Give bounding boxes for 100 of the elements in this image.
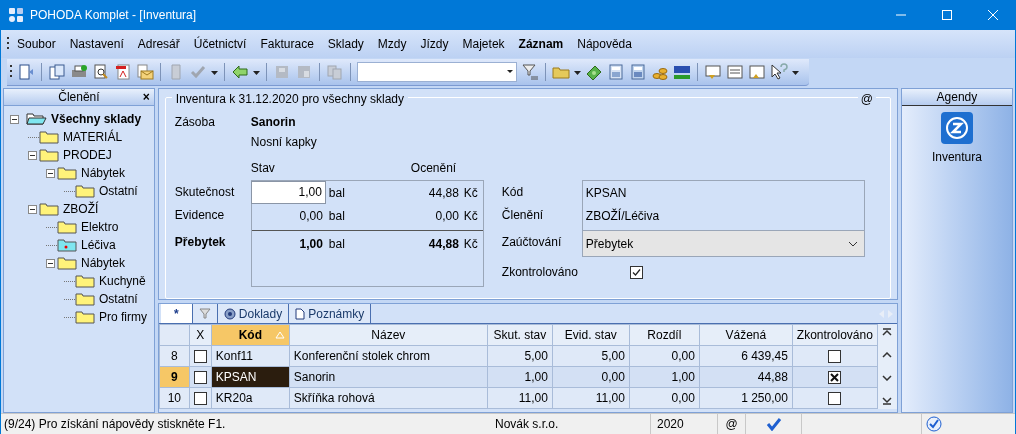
folder-icon bbox=[75, 184, 95, 198]
menu-item[interactable]: Nápověda bbox=[570, 35, 639, 53]
tree-item[interactable]: Kuchyně bbox=[98, 272, 147, 290]
grip-icon bbox=[10, 63, 13, 80]
table-cell: 11,00 bbox=[487, 387, 553, 409]
menu-item[interactable]: Jízdy bbox=[413, 35, 456, 53]
tree-item[interactable]: Pro firmy bbox=[98, 308, 148, 326]
help-pointer-icon[interactable] bbox=[770, 62, 788, 81]
checkbox[interactable] bbox=[828, 370, 842, 384]
field-label: Skutečnost bbox=[174, 183, 236, 201]
panel-title: Agendy bbox=[936, 89, 978, 106]
table-cell: Sanorin bbox=[289, 366, 488, 388]
collapse-icon[interactable] bbox=[10, 114, 19, 124]
menu-item[interactable]: Sklady bbox=[320, 35, 371, 53]
tab[interactable]: Poznámky bbox=[289, 304, 372, 323]
table-cell: 6 439,45 bbox=[699, 345, 793, 367]
menu-item[interactable]: Fakturace bbox=[253, 35, 321, 53]
agenda-label[interactable]: Inventura bbox=[931, 148, 982, 166]
column-header[interactable]: Evid. stav bbox=[552, 324, 630, 346]
checkbox[interactable] bbox=[828, 349, 842, 363]
envelope-icon[interactable] bbox=[136, 62, 154, 81]
table-cell: KR20a bbox=[211, 387, 290, 409]
tab[interactable]: Doklady bbox=[217, 304, 290, 323]
close-button[interactable]: × bbox=[142, 89, 150, 105]
list-down-icon[interactable] bbox=[704, 62, 722, 81]
quantity-value: 0,00 bbox=[298, 207, 324, 225]
tab[interactable] bbox=[192, 304, 218, 323]
table-cell: 0,00 bbox=[629, 345, 700, 367]
folder-icon bbox=[39, 130, 59, 144]
column-header: Ocenění bbox=[410, 160, 457, 177]
stock-description: Nosní kapky bbox=[250, 134, 317, 151]
folder-icon bbox=[75, 310, 95, 324]
menu-item[interactable]: Nastavení bbox=[62, 35, 131, 53]
tree-item[interactable]: MATERIÁL bbox=[62, 128, 124, 146]
checkbox[interactable] bbox=[629, 265, 643, 279]
table-cell: 5,00 bbox=[552, 345, 630, 367]
unit-label: bal bbox=[328, 235, 346, 253]
posting-dropdown[interactable]: Přebytek bbox=[582, 230, 864, 256]
chevron-down-icon bbox=[847, 240, 858, 247]
scroll-top-icon bbox=[882, 328, 893, 336]
table-cell: Konf11 bbox=[211, 345, 290, 367]
column-header[interactable]: Kód bbox=[211, 324, 290, 346]
collapse-icon[interactable] bbox=[28, 150, 37, 160]
door-exit-icon[interactable] bbox=[17, 62, 35, 81]
menu-item[interactable]: Soubor bbox=[10, 35, 63, 53]
posting-value: Přebytek bbox=[585, 235, 635, 253]
dropdown-arrow-icon bbox=[507, 70, 513, 73]
column-header[interactable]: Rozdíl bbox=[629, 324, 700, 346]
table-cell: 11,00 bbox=[552, 387, 630, 409]
at-sign-label: @ bbox=[718, 414, 746, 434]
folder-icon bbox=[57, 256, 77, 270]
field-label: Evidence bbox=[174, 206, 226, 224]
tree-item[interactable]: PRODEJ bbox=[62, 146, 113, 164]
calculator-icon[interactable] bbox=[629, 62, 647, 81]
field-label: Zásoba bbox=[174, 114, 216, 131]
scroll-up-icon bbox=[882, 352, 893, 359]
column-header[interactable]: X bbox=[189, 324, 212, 346]
agenda-icon[interactable] bbox=[940, 112, 973, 144]
menu-item[interactable]: Účetnictví bbox=[186, 35, 254, 53]
unit-label: bal bbox=[328, 184, 346, 202]
row-checkbox[interactable] bbox=[193, 370, 207, 384]
search-combo-field[interactable] bbox=[357, 61, 517, 82]
pdf-icon[interactable] bbox=[114, 62, 132, 81]
folder-icon bbox=[39, 148, 59, 162]
menu-item[interactable]: Majetek bbox=[455, 35, 512, 53]
documents-icon[interactable] bbox=[48, 62, 66, 81]
tree-item[interactable]: ZBOŽÍ bbox=[62, 200, 100, 218]
column-header[interactable]: Zkontrolováno bbox=[792, 324, 878, 346]
list-icon[interactable] bbox=[726, 62, 744, 81]
field-label: Kód bbox=[501, 183, 525, 201]
column-header[interactable]: Název bbox=[289, 324, 488, 346]
checkbox[interactable] bbox=[828, 391, 842, 405]
checkmark-icon bbox=[765, 417, 782, 431]
row-checkbox[interactable] bbox=[193, 349, 207, 363]
quantity-input[interactable]: 1,00 bbox=[250, 180, 326, 204]
field-label: Zkontrolováno bbox=[501, 264, 579, 281]
calculator-icon[interactable] bbox=[607, 62, 625, 81]
valuation-value: 0,00 bbox=[434, 207, 459, 225]
tree-item[interactable]: Elektro bbox=[80, 218, 120, 236]
row-checkbox[interactable] bbox=[193, 391, 207, 405]
menu-item[interactable]: Mzdy bbox=[370, 35, 414, 53]
valuation-value: 44,88 bbox=[427, 235, 459, 253]
collapse-icon[interactable] bbox=[46, 258, 55, 268]
collapse-icon[interactable] bbox=[28, 204, 37, 214]
tree-item[interactable]: Ostatní bbox=[98, 182, 139, 200]
quantity-value: 1,00 bbox=[298, 235, 324, 253]
tree-item[interactable]: Všechny sklady bbox=[50, 110, 143, 128]
menu-item[interactable]: Záznam bbox=[511, 35, 571, 53]
tree-item[interactable]: Léčiva bbox=[80, 236, 117, 254]
tree-item[interactable]: Nábytek bbox=[80, 254, 127, 272]
company-name: Novák s.r.o. bbox=[431, 414, 651, 434]
menu-item[interactable]: Adresář bbox=[130, 35, 187, 53]
column-header[interactable]: Skut. stav bbox=[487, 324, 553, 346]
filter-icon[interactable] bbox=[521, 62, 539, 81]
print-preview-icon[interactable] bbox=[92, 62, 110, 81]
collapse-icon[interactable] bbox=[46, 168, 55, 178]
tab[interactable]: * bbox=[160, 304, 193, 323]
column-header[interactable]: Vážená bbox=[699, 324, 793, 346]
tree-item[interactable]: Ostatní bbox=[98, 290, 139, 308]
tree-item[interactable]: Nábytek bbox=[80, 164, 127, 182]
